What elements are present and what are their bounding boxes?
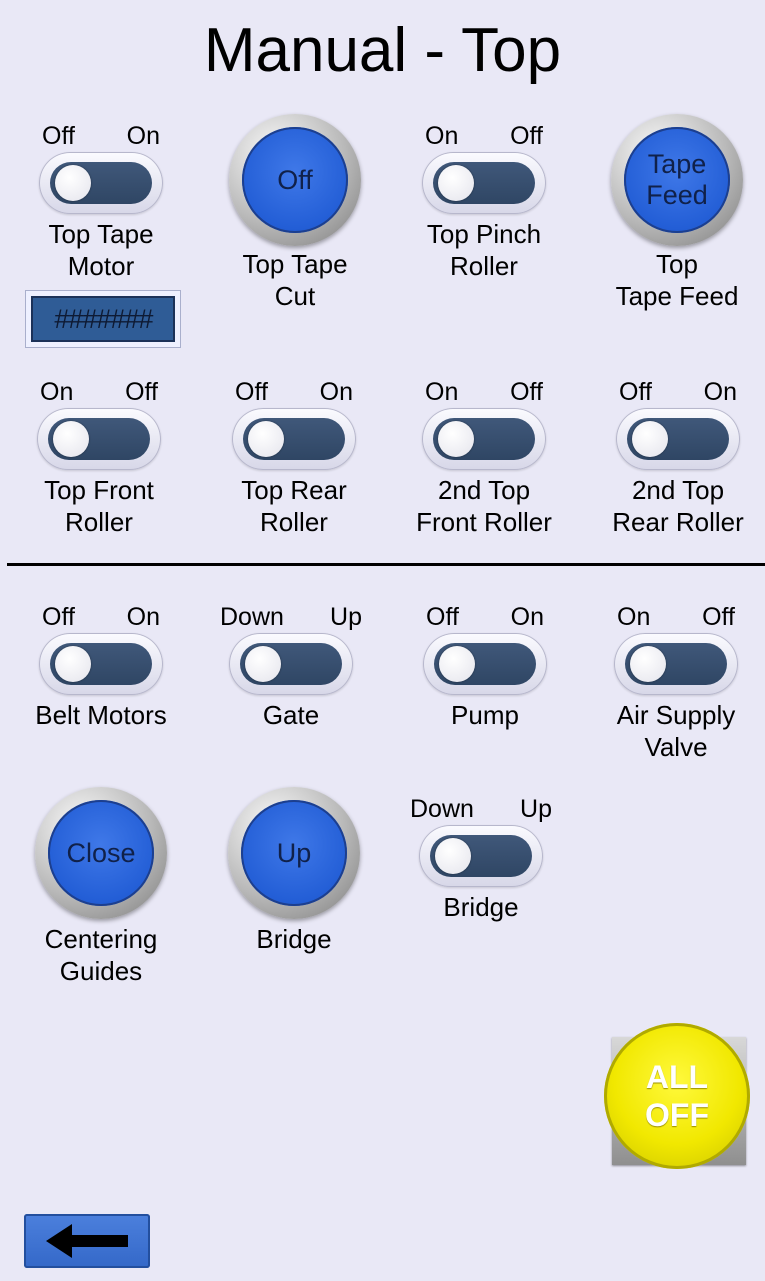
toggle-knob bbox=[438, 421, 474, 457]
toggle-left-label: Off bbox=[42, 122, 75, 150]
button-label: Up bbox=[241, 800, 347, 906]
gate-toggle[interactable] bbox=[229, 633, 353, 695]
toggle-state-labels: Down Up bbox=[220, 603, 362, 631]
button-label: Tape Feed bbox=[624, 127, 730, 233]
top-tape-cut-label: Top Tape Cut bbox=[242, 249, 348, 311]
second-top-rear-roller-toggle[interactable] bbox=[616, 408, 740, 470]
display-value: ####### bbox=[31, 296, 175, 342]
second-top-rear-roller-label: 2nd Top Rear Roller bbox=[612, 475, 744, 537]
top-pinch-roller-control: On Off Top Pinch Roller bbox=[389, 122, 579, 282]
top-pinch-roller-toggle[interactable] bbox=[422, 152, 546, 214]
toggle-state-labels: Off On bbox=[426, 603, 544, 631]
toggle-state-labels: Off On bbox=[42, 122, 160, 150]
toggle-knob bbox=[438, 165, 474, 201]
all-off-button[interactable]: ALL OFF bbox=[604, 1023, 750, 1169]
top-rear-roller-control: Off On Top Rear Roller bbox=[199, 378, 389, 538]
toggle-state-labels: On Off bbox=[617, 603, 735, 631]
centering-guides-label: Centering Guides bbox=[44, 924, 158, 986]
bridge-up-button[interactable]: Up bbox=[228, 787, 360, 919]
toggle-state-labels: Off On bbox=[619, 378, 737, 406]
toggle-state-labels: On Off bbox=[425, 122, 543, 150]
top-front-roller-toggle[interactable] bbox=[37, 408, 161, 470]
top-rear-roller-toggle[interactable] bbox=[232, 408, 356, 470]
top-tape-motor-toggle[interactable] bbox=[39, 152, 163, 214]
toggle-knob bbox=[632, 421, 668, 457]
second-top-front-roller-toggle[interactable] bbox=[422, 408, 546, 470]
bridge-button-label: Bridge bbox=[256, 924, 332, 954]
toggle-right-label: On bbox=[126, 122, 160, 150]
second-top-rear-roller-control: Off On 2nd Top Rear Roller bbox=[583, 378, 765, 538]
toggle-state-labels: Off On bbox=[235, 378, 353, 406]
button-label: Off bbox=[242, 127, 348, 233]
pump-control: Off On Pump bbox=[390, 603, 580, 731]
top-front-roller-control: On Off Top Front Roller bbox=[4, 378, 194, 538]
pump-label: Pump bbox=[451, 700, 519, 730]
gate-label: Gate bbox=[262, 700, 320, 730]
top-rear-roller-label: Top Rear Roller bbox=[241, 475, 347, 537]
top-tape-motor-control: Off On Top Tape Motor bbox=[6, 122, 196, 282]
bridge-toggle[interactable] bbox=[419, 825, 543, 887]
toggle-knob bbox=[248, 421, 284, 457]
toggle-state-labels: Off On bbox=[42, 603, 160, 631]
back-button[interactable] bbox=[24, 1214, 150, 1268]
air-supply-valve-toggle[interactable] bbox=[614, 633, 738, 695]
top-pinch-roller-label: Top Pinch Roller bbox=[426, 219, 542, 281]
toggle-knob bbox=[439, 646, 475, 682]
page-title: Manual - Top bbox=[203, 16, 562, 85]
top-tape-feed-control: Tape Feed Top Tape Feed bbox=[582, 114, 765, 312]
top-tape-feed-button[interactable]: Tape Feed bbox=[611, 114, 743, 246]
pump-toggle[interactable] bbox=[423, 633, 547, 695]
second-top-front-roller-label: 2nd Top Front Roller bbox=[416, 475, 552, 537]
toggle-state-labels: Down Up bbox=[410, 795, 552, 823]
gate-control: Down Up Gate bbox=[196, 603, 386, 731]
top-tape-cut-control: Off Top Tape Cut bbox=[200, 114, 390, 312]
toggle-knob bbox=[245, 646, 281, 682]
belt-motors-label: Belt Motors bbox=[35, 700, 167, 730]
air-supply-valve-control: On Off Air Supply Valve bbox=[581, 603, 765, 763]
top-tape-cut-button[interactable]: Off bbox=[229, 114, 361, 246]
toggle-knob bbox=[53, 421, 89, 457]
toggle-knob bbox=[435, 838, 471, 874]
bridge-toggle-label: Bridge bbox=[443, 892, 519, 922]
toggle-knob bbox=[55, 646, 91, 682]
top-front-roller-label: Top Front Roller bbox=[44, 475, 154, 537]
bridge-button-control: Up Bridge bbox=[199, 787, 389, 955]
toggle-state-labels: On Off bbox=[40, 378, 158, 406]
centering-guides-button[interactable]: Close bbox=[35, 787, 167, 919]
belt-motors-control: Off On Belt Motors bbox=[6, 603, 196, 731]
belt-motors-toggle[interactable] bbox=[39, 633, 163, 695]
left-arrow-icon bbox=[46, 1224, 128, 1258]
top-tape-motor-label: Top Tape Motor bbox=[48, 219, 154, 281]
air-supply-valve-label: Air Supply Valve bbox=[616, 700, 736, 762]
top-tape-feed-label: Top Tape Feed bbox=[615, 249, 739, 311]
second-top-front-roller-control: On Off 2nd Top Front Roller bbox=[389, 378, 579, 538]
section-divider bbox=[7, 563, 765, 566]
toggle-knob bbox=[630, 646, 666, 682]
button-label: Close bbox=[48, 800, 154, 906]
bridge-toggle-control: Down Up Bridge bbox=[386, 795, 576, 923]
toggle-knob bbox=[55, 165, 91, 201]
toggle-state-labels: On Off bbox=[425, 378, 543, 406]
top-tape-motor-display: ####### bbox=[25, 290, 181, 348]
centering-guides-control: Close Centering Guides bbox=[6, 787, 196, 987]
